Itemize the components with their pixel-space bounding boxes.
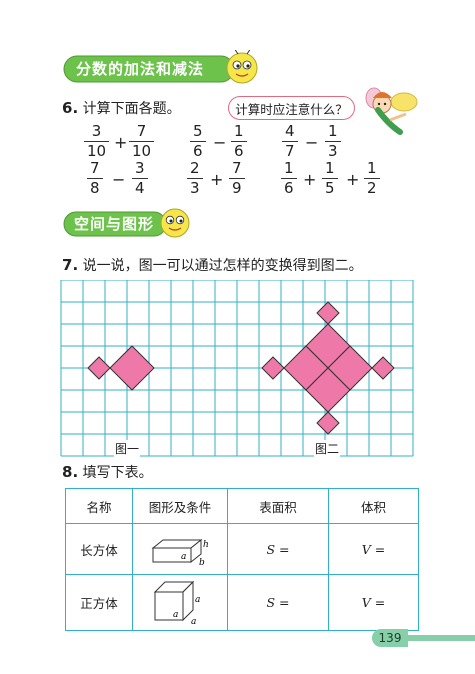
operator: − [112,170,126,189]
question-number: 8 [62,463,73,481]
operator: − [305,133,319,152]
operator: + [303,170,317,189]
table-row: 正方体 a a a S = V = [65,574,419,631]
small-diamond [87,356,111,380]
speech-bubble: 计算时应注意什么？ [228,96,355,120]
fraction: 78 [87,160,103,197]
fraction: 12 [364,160,380,197]
cube-icon: a a a [153,580,200,627]
cell-surface-area[interactable]: S = [227,574,329,631]
cell-surface-area[interactable]: S = [227,523,329,575]
bottom-small-diamond [316,411,340,435]
header-name: 名称 [65,488,133,524]
cell-name: 长方体 [65,523,133,575]
large-diamond [109,345,155,391]
operator: + [210,170,224,189]
top-small-diamond [316,301,340,325]
cell-name: 正方体 [65,574,133,631]
operator: + [114,133,128,152]
cuboid-icon: a h b [151,538,209,568]
header-figure: 图形及条件 [132,488,228,524]
fraction: 7 10 [129,123,155,160]
figure-one [87,345,155,391]
fraction: 56 [190,123,206,160]
question-number: 7 [62,256,73,274]
fraction: 34 [132,160,148,197]
figure-two-label: 图二 [314,440,341,457]
question-7-title: 7. 说一说，图一可以通过怎样的变换得到图二。 [62,256,363,274]
question-text: 说一说，图一可以通过怎样的变换得到图二。 [82,258,363,274]
question-6-title: 6. 计算下面各题。 [62,99,181,117]
cell-figure: a a a [132,574,228,631]
header-surface-area: 表面积 [227,488,329,524]
section-banner-fractions: 分数的加法和减法 [62,50,272,86]
operator: + [346,170,360,189]
bubble-text: 计算时应注意什么？ [235,101,348,117]
fairy-illustration-icon [365,87,418,135]
fraction: 15 [322,160,338,197]
cell-figure: a h b [132,523,228,575]
table-row: 长方体 a h b S = V = [65,523,419,575]
fraction: 79 [229,160,245,197]
cell-volume[interactable]: V = [328,523,419,575]
question-number: 6 [62,99,73,117]
fraction: 16 [231,123,247,160]
table-header-row: 名称 图形及条件 表面积 体积 [65,488,419,524]
label-a: a [195,595,200,605]
header-volume: 体积 [328,488,419,524]
cell-volume[interactable]: V = [328,574,419,631]
fraction: 47 [282,123,298,160]
label-b: b [199,558,205,568]
fraction: 23 [187,160,203,197]
question-text: 填写下表。 [82,465,153,481]
label-a: a [181,552,186,562]
fraction: 16 [281,160,297,197]
section-title: 空间与图形 [74,214,155,233]
transformation-grid [60,280,414,457]
section-title: 分数的加法和减法 [76,59,205,78]
label-h: h [203,540,209,550]
fraction: 3 10 [84,123,110,160]
solids-table: 名称 图形及条件 表面积 体积 长方体 a h b S = V = 正方体 a … [65,488,419,631]
page-number: 139 [378,631,402,645]
label-a: a [173,610,178,620]
fraction: 13 [325,123,341,160]
figure-one-label: 图一 [114,440,141,457]
question-8-title: 8. 填写下表。 [62,463,153,481]
figure-two [261,301,395,435]
operator: − [213,133,227,152]
question-text: 计算下面各题。 [82,101,181,117]
section-banner-geometry: 空间与图形 [62,206,202,240]
label-a: a [191,617,196,626]
